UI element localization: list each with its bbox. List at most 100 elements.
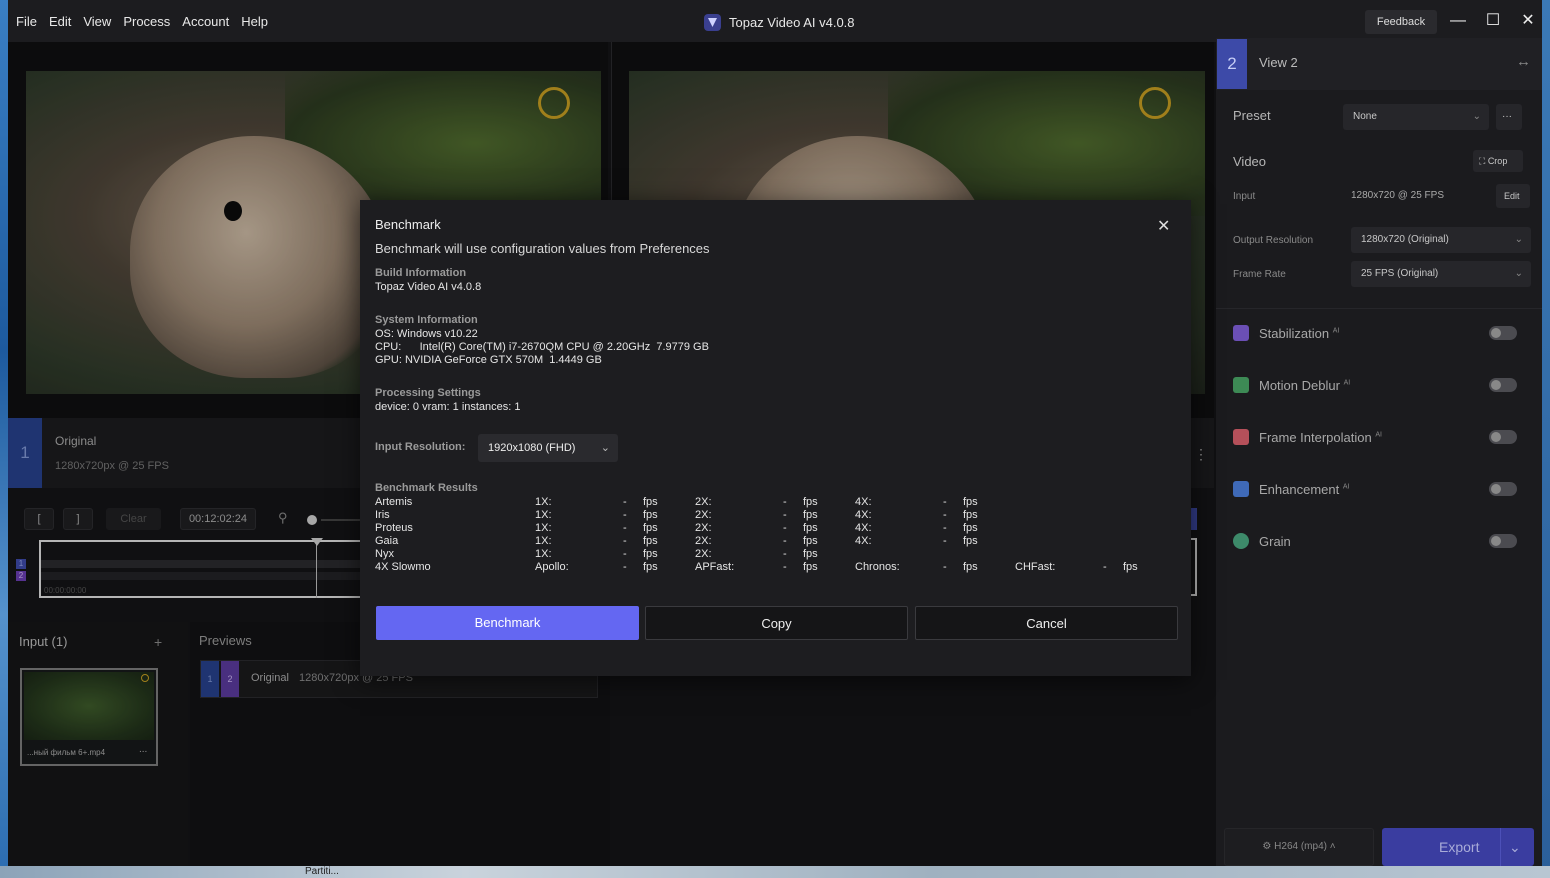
input-file-thumbnail[interactable]: ...ный фильм 6+.mp4 ... — [20, 668, 158, 766]
stabilization-toggle[interactable] — [1489, 326, 1517, 340]
gear-icon: ⚙ — [1262, 841, 1275, 852]
input-resolution-value: 1920x1080 (FHD) — [488, 442, 576, 454]
filter-name: Motion Deblur AI — [1259, 378, 1350, 393]
fps-unit: fps — [803, 509, 818, 521]
view2-more-icon[interactable]: ⋮ — [1194, 446, 1208, 463]
menu-help[interactable]: Help — [241, 14, 268, 29]
fps-unit: fps — [803, 522, 818, 534]
frame-interpolation-toggle[interactable] — [1489, 430, 1517, 444]
fps-unit: fps — [643, 548, 658, 560]
enhancement-toggle[interactable] — [1489, 482, 1517, 496]
menu-account[interactable]: Account — [182, 14, 229, 29]
close-window-icon[interactable]: ✕ — [1515, 9, 1541, 33]
input-resolution-select[interactable]: 1920x1080 (FHD) ⌄ — [478, 434, 618, 462]
preset-select[interactable]: None ⌄ — [1343, 104, 1489, 130]
chevron-down-icon: ⌄ — [1514, 268, 1523, 279]
scale-label: Chronos: — [855, 561, 900, 573]
fps-value: - — [623, 548, 627, 560]
timeline-range[interactable]: 00:00:00:00 — [39, 538, 370, 598]
timeline[interactable]: [ ] Clear 00:12:02:24 ⚲ 1 2 00:00:00:00 — [16, 500, 370, 605]
chevron-down-icon[interactable]: ⌄ — [1509, 828, 1521, 866]
timecode-field[interactable]: 00:12:02:24 — [180, 508, 256, 530]
grain-toggle[interactable] — [1489, 534, 1517, 548]
processing-settings-value: device: 0 vram: 1 instances: 1 — [375, 401, 521, 413]
frame-rate-select[interactable]: 25 FPS (Original) ⌄ — [1351, 261, 1531, 287]
track-label-1: 1 — [16, 559, 26, 569]
playhead-handle-icon[interactable] — [311, 538, 323, 546]
run-benchmark-button[interactable]: Benchmark — [376, 606, 639, 640]
view-meta: 1280x720px @ 25 FPS — [55, 460, 169, 472]
zoom-icon[interactable]: ⚲ — [278, 510, 288, 526]
dialog-title: Benchmark — [375, 217, 441, 232]
ai-badge: AI — [1332, 327, 1340, 335]
crop-icon: ⛶ — [1479, 156, 1488, 166]
chevron-down-icon: ⌄ — [600, 442, 610, 454]
scale-label: 1X: — [535, 522, 552, 534]
add-input-icon[interactable]: + — [154, 634, 162, 650]
input-panel-title: Input (1) — [19, 634, 68, 649]
fps-value: - — [623, 522, 627, 534]
preset-more-button[interactable]: ··· — [1496, 104, 1522, 130]
fps-value: - — [623, 561, 627, 573]
output-resolution-select[interactable]: 1280x720 (Original) ⌄ — [1351, 227, 1531, 253]
model-name: Iris — [375, 509, 390, 521]
encoder-value: H264 (mp4) — [1274, 841, 1327, 852]
clear-button[interactable]: Clear — [106, 508, 161, 530]
edit-input-button[interactable]: Edit — [1496, 184, 1530, 208]
frame-rate-value: 25 FPS (Original) — [1361, 268, 1439, 279]
input-panel: Input (1) + ...ный фильм 6+.mp4 ... — [8, 622, 188, 866]
previews-title: Previews — [199, 633, 252, 648]
crop-button[interactable]: ⛶ Crop — [1473, 150, 1523, 172]
scale-label: 4X: — [855, 496, 872, 508]
menu-view[interactable]: View — [83, 14, 111, 29]
benchmark-result-row: 4X Slowmo Apollo: - fps APFast: - fps Chronos: -… — [375, 561, 1165, 574]
thumbnail-badge-icon — [141, 674, 149, 682]
input-resolution-label: Input Resolution: — [375, 441, 466, 453]
filter-name: Enhancement AI — [1259, 482, 1349, 497]
view-number: 1 — [8, 418, 42, 488]
watermark-badge-icon — [538, 87, 570, 119]
thumbnail-image — [24, 672, 154, 740]
input-file-name: ...ный фильм 6+.mp4 — [27, 748, 106, 757]
menu-process[interactable]: Process — [123, 14, 170, 29]
cancel-button[interactable]: Cancel — [915, 606, 1178, 640]
benchmark-dialog: Benchmark ✕ Benchmark will use configura… — [360, 200, 1191, 676]
fps-value: - — [783, 561, 787, 573]
gpu-line: GPU: NVIDIA GeForce GTX 570M 1.4449 GB — [375, 354, 602, 366]
mark-in-button[interactable]: [ — [24, 508, 54, 530]
export-label: Export — [1439, 839, 1480, 855]
maximize-icon[interactable]: ☐ — [1480, 9, 1506, 33]
filter-label: Enhancement — [1259, 482, 1340, 497]
watermark-badge-icon — [1139, 87, 1171, 119]
file-more-icon[interactable]: ... — [139, 744, 147, 755]
feedback-button[interactable]: Feedback — [1365, 10, 1437, 34]
swap-views-icon[interactable]: ↔ — [1516, 53, 1531, 70]
fps-unit: fps — [803, 548, 818, 560]
build-info-heading: Build Information — [375, 267, 467, 279]
mark-out-button[interactable]: ] — [63, 508, 93, 530]
fps-unit: fps — [963, 561, 978, 573]
os-line: OS: Windows v10.22 — [375, 328, 478, 340]
zoom-slider-handle[interactable] — [307, 515, 317, 525]
scale-label: 1X: — [535, 548, 552, 560]
scale-label: 4X: — [855, 535, 872, 547]
menu-file[interactable]: File — [16, 14, 37, 29]
scale-label: 1X: — [535, 535, 552, 547]
close-icon[interactable]: ✕ — [1157, 216, 1170, 236]
copy-button[interactable]: Copy — [645, 606, 908, 640]
fps-value: - — [943, 522, 947, 534]
output-resolution-value: 1280x720 (Original) — [1361, 234, 1449, 245]
preview-row-num-1: 1 — [201, 661, 219, 697]
menu-edit[interactable]: Edit — [49, 14, 71, 29]
dialog-subtitle: Benchmark will use configuration values … — [375, 241, 710, 256]
fps-value: - — [943, 535, 947, 547]
export-button[interactable]: Export ⌄ — [1382, 828, 1534, 866]
minimize-icon[interactable]: — — [1445, 9, 1471, 33]
playhead[interactable] — [316, 540, 317, 598]
encoder-select[interactable]: ⚙ H264 (mp4) ˄ — [1224, 828, 1374, 866]
fps-unit: fps — [803, 496, 818, 508]
motion-deblur-toggle[interactable] — [1489, 378, 1517, 392]
input-label: Input — [1233, 191, 1256, 202]
input-value: 1280x720 @ 25 FPS — [1351, 190, 1444, 201]
fps-unit: fps — [643, 535, 658, 547]
